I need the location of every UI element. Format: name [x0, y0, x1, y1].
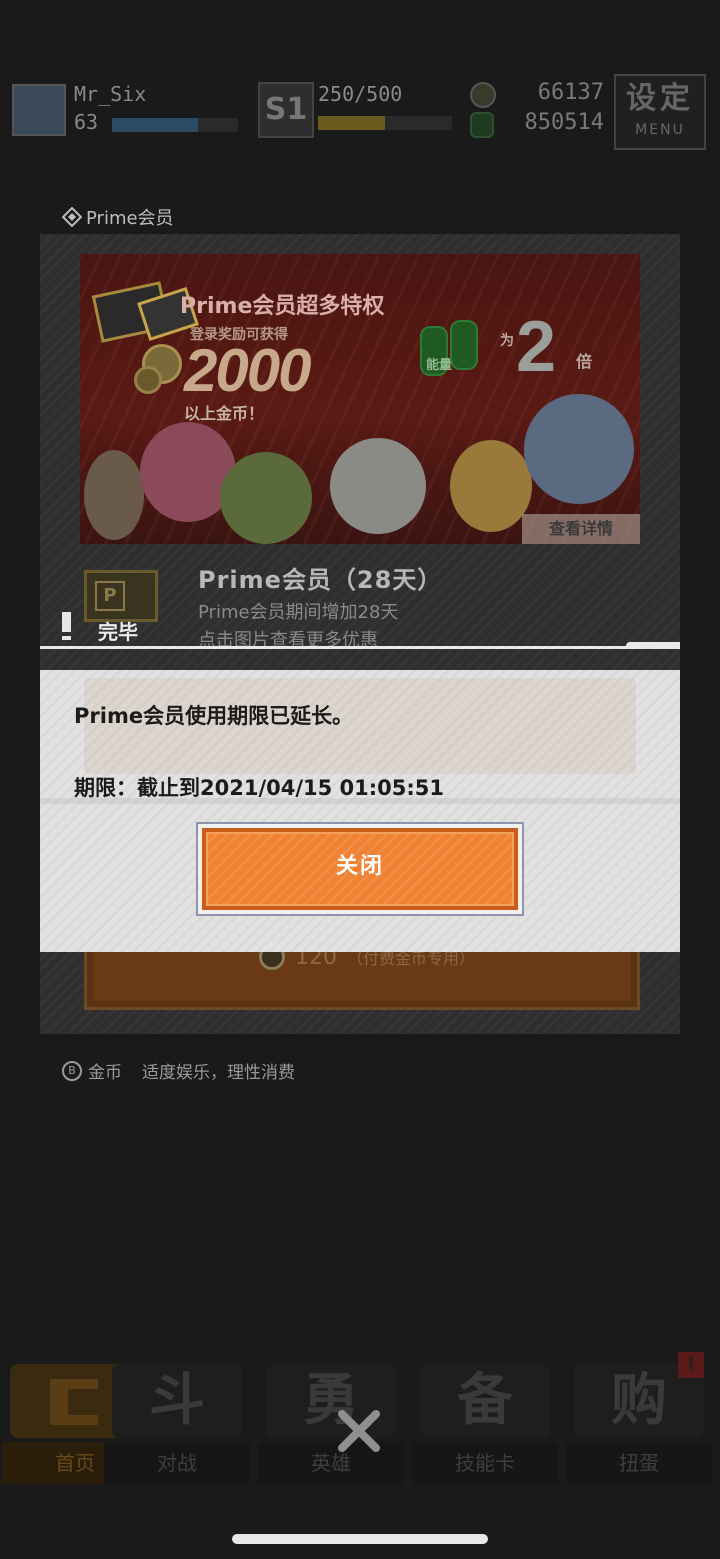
player-level: 63: [74, 110, 99, 134]
completion-label: 完毕: [98, 620, 138, 644]
dialog-close-button[interactable]: 关闭: [196, 822, 524, 916]
banner-multiplier-prefix: 为: [500, 333, 514, 349]
top-status-bar: Mr_Six 63 S1 250/500 66137 850514 设定 MEN…: [0, 72, 720, 162]
dialog-expiry: 期限：截止到2021/04/15 01:05:51: [74, 776, 445, 800]
coin-icon: [470, 82, 496, 108]
energy-count: 850514: [524, 110, 604, 135]
skill-card-icon: 备: [420, 1364, 550, 1438]
character-illustration-1: [84, 450, 144, 540]
footer-coin-label: 金币: [88, 1063, 122, 1083]
banner-energy-label: 能量: [426, 358, 453, 373]
extension-result-dialog: Prime会员使用期限已延长。 期限：截止到2021/04/15 01:05:5…: [40, 670, 680, 952]
energy-icon: [470, 112, 494, 138]
player-avatar[interactable]: [12, 84, 66, 136]
banner-multiplier: 2: [516, 307, 557, 387]
nav-label-battle: 对战: [104, 1442, 250, 1484]
home-indicator[interactable]: [232, 1534, 488, 1544]
banner-title: Prime会员超多特权: [180, 294, 385, 319]
nav-item-skill-cards[interactable]: 备 技能卡: [412, 1360, 558, 1490]
nav-label-skill-cards: 技能卡: [412, 1442, 558, 1484]
banner-amount-suffix: 以上金币！: [184, 404, 265, 423]
settings-menu-button[interactable]: 设定 MENU: [614, 74, 706, 150]
level-progress-bar: [112, 118, 238, 132]
coin-outline-icon: B: [62, 1060, 82, 1081]
battle-icon: 斗: [112, 1364, 242, 1438]
banner-amount: 2000: [184, 337, 311, 404]
close-button-label: 关闭: [335, 854, 384, 879]
footer-notice-text: 适度娱乐，理性消费: [142, 1063, 295, 1083]
banner-multiplier-suffix: 倍: [576, 352, 593, 371]
section-title: Prime会员: [62, 204, 174, 230]
footer-notice: B 金币 适度娱乐，理性消费: [62, 1058, 295, 1083]
rank-badge[interactable]: S1: [258, 82, 314, 138]
dialog-message: Prime会员使用期限已延长。: [74, 704, 354, 728]
character-illustration-4: [330, 438, 426, 534]
menu-button-label: 设定: [626, 81, 694, 116]
completion-banner: 完毕: [40, 610, 680, 650]
character-illustration-6: [524, 394, 634, 504]
gold-coin-icon-small: [134, 366, 162, 394]
nav-item-gacha[interactable]: 购 扭蛋: [566, 1360, 712, 1490]
nav-label-gacha: 扭蛋: [566, 1442, 712, 1484]
nav-item-battle[interactable]: 斗 对战: [104, 1360, 250, 1490]
section-title-text: Prime会员: [86, 208, 174, 229]
stamina-value: 250/500: [318, 82, 403, 106]
completion-divider-notch: [626, 642, 680, 649]
item-title: Prime会员（28天）: [198, 566, 443, 594]
prime-diamond-icon: [62, 207, 82, 227]
menu-button-sublabel: MENU: [635, 122, 685, 138]
character-illustration-5: [450, 440, 532, 532]
character-illustration-3: [220, 452, 312, 544]
stamina-progress-bar: [318, 116, 452, 130]
player-name: Mr_Six: [74, 82, 147, 106]
close-icon[interactable]: [334, 1406, 384, 1456]
prime-promo-banner[interactable]: Prime会员超多特权 登录奖励可获得 2000 以上金币！ 能量 为 2 倍 …: [80, 254, 640, 544]
completion-divider: [40, 646, 680, 649]
notification-badge: !: [678, 1352, 704, 1378]
coin-count: 66137: [537, 80, 604, 105]
completion-marker-icon: [62, 612, 71, 642]
view-details-button[interactable]: 查看详情: [522, 514, 640, 544]
